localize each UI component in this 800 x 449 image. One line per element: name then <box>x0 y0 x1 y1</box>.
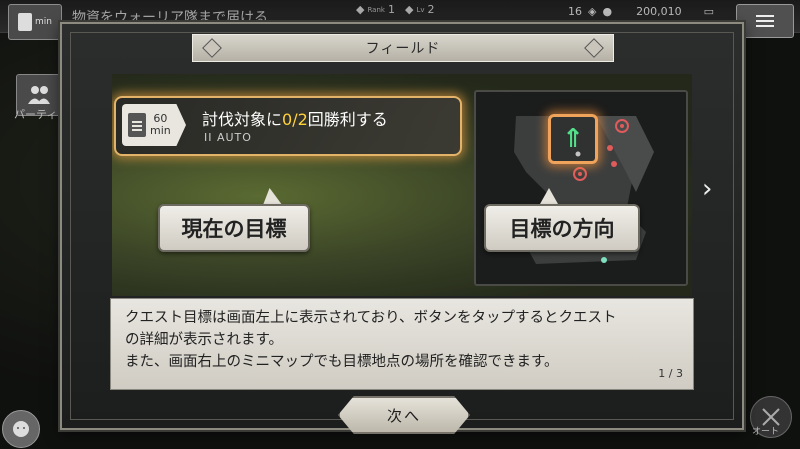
player-stats: ◆ Rank 1 ◆ Lv 2 <box>356 3 434 16</box>
page-indicator: 1 / 3 <box>658 367 683 380</box>
dialog-title: フィールド <box>365 41 441 57</box>
diamond-ornament-icon <box>584 38 604 58</box>
coin-icon: ● <box>602 5 613 18</box>
tutorial-dialog: フィールド 60 min 討伐対象に0/2回勝利する II AUTO 現在の目標 <box>60 22 744 434</box>
tutorial-description: クエスト目標は画面左上に表示されており、ボタンをタップするとクエスト の詳細が表… <box>110 298 694 390</box>
crystal-icon: ◈ <box>588 5 597 18</box>
party-icon <box>28 86 50 104</box>
quest-objective-prefix: 討伐対象に <box>202 110 283 129</box>
menu-line-icon <box>756 20 774 22</box>
chat-icon <box>13 421 29 437</box>
rank-icon: ◆ <box>356 3 365 16</box>
gold-value: 200,010 <box>636 5 682 18</box>
rank-stat: ◆ Rank 1 <box>356 3 395 16</box>
menu-line-icon <box>756 15 774 17</box>
callout-tail <box>260 188 282 204</box>
rank-value: 1 <box>387 3 395 16</box>
quest-progress: 0/2 <box>282 110 308 129</box>
chevron-right-icon[interactable]: › <box>702 174 712 204</box>
menu-line-icon <box>756 25 774 27</box>
quest-timer-unit: min <box>150 124 171 137</box>
battery-icon: ▭ <box>703 5 714 18</box>
level-stat: ◆ Lv 2 <box>405 3 435 16</box>
callout-goal-direction: 目標の方向 <box>484 204 640 252</box>
diamond-ornament-icon <box>202 38 222 58</box>
quest-doc-icon <box>18 13 32 31</box>
dialog-header: フィールド <box>192 34 614 62</box>
description-line: また、画面右上のミニマップでも目標地点の場所を確認できます。 <box>125 354 559 370</box>
quest-objective: 討伐対象に0/2回勝利する <box>202 106 388 130</box>
party-label: パーティ <box>14 108 58 121</box>
callout-tail <box>540 188 558 204</box>
quest-time-label: min <box>35 17 52 27</box>
quest-timer-box: 60 min <box>122 104 186 146</box>
auto-battle-label: オート <box>752 427 780 437</box>
quest-objective-suffix: 回勝利する <box>307 110 388 129</box>
tutorial-illustration: 60 min 討伐対象に0/2回勝利する II AUTO 現在の目標 ⇑ 目標の… <box>112 74 692 296</box>
direction-arrow-icon: ⇑ <box>548 114 598 164</box>
level-value: 2 <box>427 3 435 16</box>
clipboard-icon <box>128 113 146 137</box>
quest-auto-label: II AUTO <box>204 131 252 144</box>
minimap-illustration: ⇑ <box>474 90 688 286</box>
quest-timer: 60 min <box>150 113 171 137</box>
description-line: クエスト目標は画面左上に表示されており、ボタンをタップするとクエスト <box>125 310 617 326</box>
menu-button[interactable] <box>736 4 794 38</box>
description-line: の詳細が表示されます。 <box>125 332 284 348</box>
level-label: Lv <box>416 5 425 14</box>
quest-banner-highlight: 60 min 討伐対象に0/2回勝利する II AUTO <box>114 96 462 156</box>
badge-count: 16 <box>568 5 582 18</box>
quest-button[interactable]: min <box>8 4 62 40</box>
rank-label: Rank <box>367 5 385 14</box>
resources: 16 ◈ ● 200,010 ▭ <box>568 5 714 18</box>
chat-button[interactable] <box>2 410 40 448</box>
callout-current-goal: 現在の目標 <box>158 204 310 252</box>
next-button[interactable]: 次へ <box>338 396 470 434</box>
level-icon: ◆ <box>404 3 414 16</box>
